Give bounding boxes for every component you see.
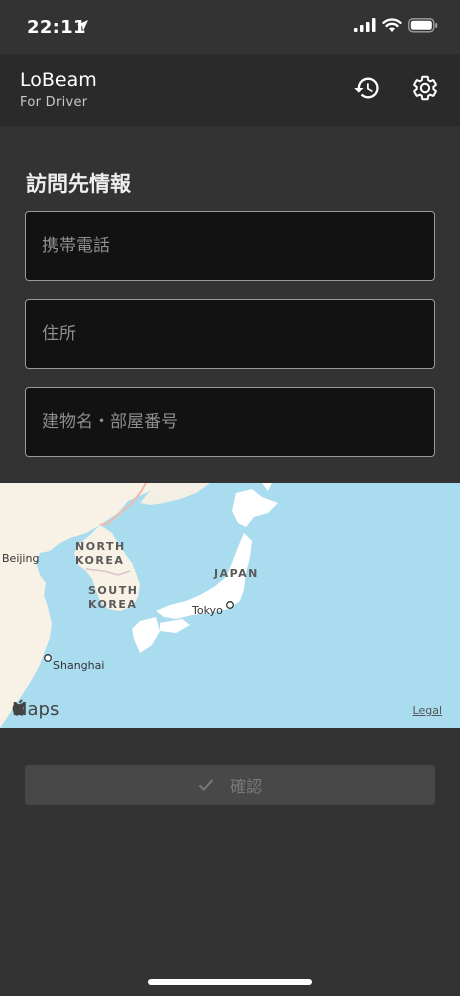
settings-button[interactable] — [408, 71, 442, 105]
check-icon — [198, 779, 214, 791]
north-korea-label: NORTH KOREA — [75, 540, 126, 567]
status-bar: 22:11 — [0, 0, 460, 54]
confirm-label: 確認 — [229, 777, 262, 796]
phone-input[interactable] — [26, 212, 434, 280]
japan-label: JAPAN — [214, 567, 259, 580]
phone-field[interactable] — [25, 211, 435, 281]
gear-icon — [413, 75, 437, 101]
address-input[interactable] — [26, 300, 434, 368]
status-icons — [354, 18, 444, 38]
history-icon — [354, 77, 379, 99]
shanghai-label: Shanghai — [53, 659, 105, 672]
battery-icon — [408, 18, 438, 33]
app-header: LoBeam For Driver — [0, 54, 460, 126]
location-arrow-icon — [77, 20, 88, 31]
app-subtitle: For Driver — [20, 95, 88, 110]
building-field[interactable] — [25, 387, 435, 457]
apple-logo-icon — [12, 699, 26, 716]
south-korea-label: SOUTH KOREA — [88, 584, 139, 611]
confirm-button[interactable]: 確認 — [25, 765, 435, 805]
tokyo-dot — [226, 601, 234, 609]
signal-icon — [354, 18, 376, 32]
wifi-icon — [382, 18, 402, 32]
legal-link[interactable]: Legal — [413, 704, 442, 717]
history-button[interactable] — [350, 71, 384, 105]
apple-maps-logo: Maps — [12, 699, 59, 720]
beijing-label: Beijing — [2, 552, 40, 565]
tokyo-label: Tokyo — [192, 604, 223, 617]
app-title: LoBeam — [20, 69, 97, 91]
section-title: 訪問先情報 — [26, 172, 131, 196]
shanghai-dot — [44, 654, 52, 662]
address-field[interactable] — [25, 299, 435, 369]
map-view[interactable]: NORTH KOREA SOUTH KOREA JAPAN Beijing To… — [0, 483, 460, 728]
building-input[interactable] — [26, 388, 434, 456]
map-canvas[interactable] — [0, 483, 460, 728]
home-indicator — [148, 979, 312, 985]
